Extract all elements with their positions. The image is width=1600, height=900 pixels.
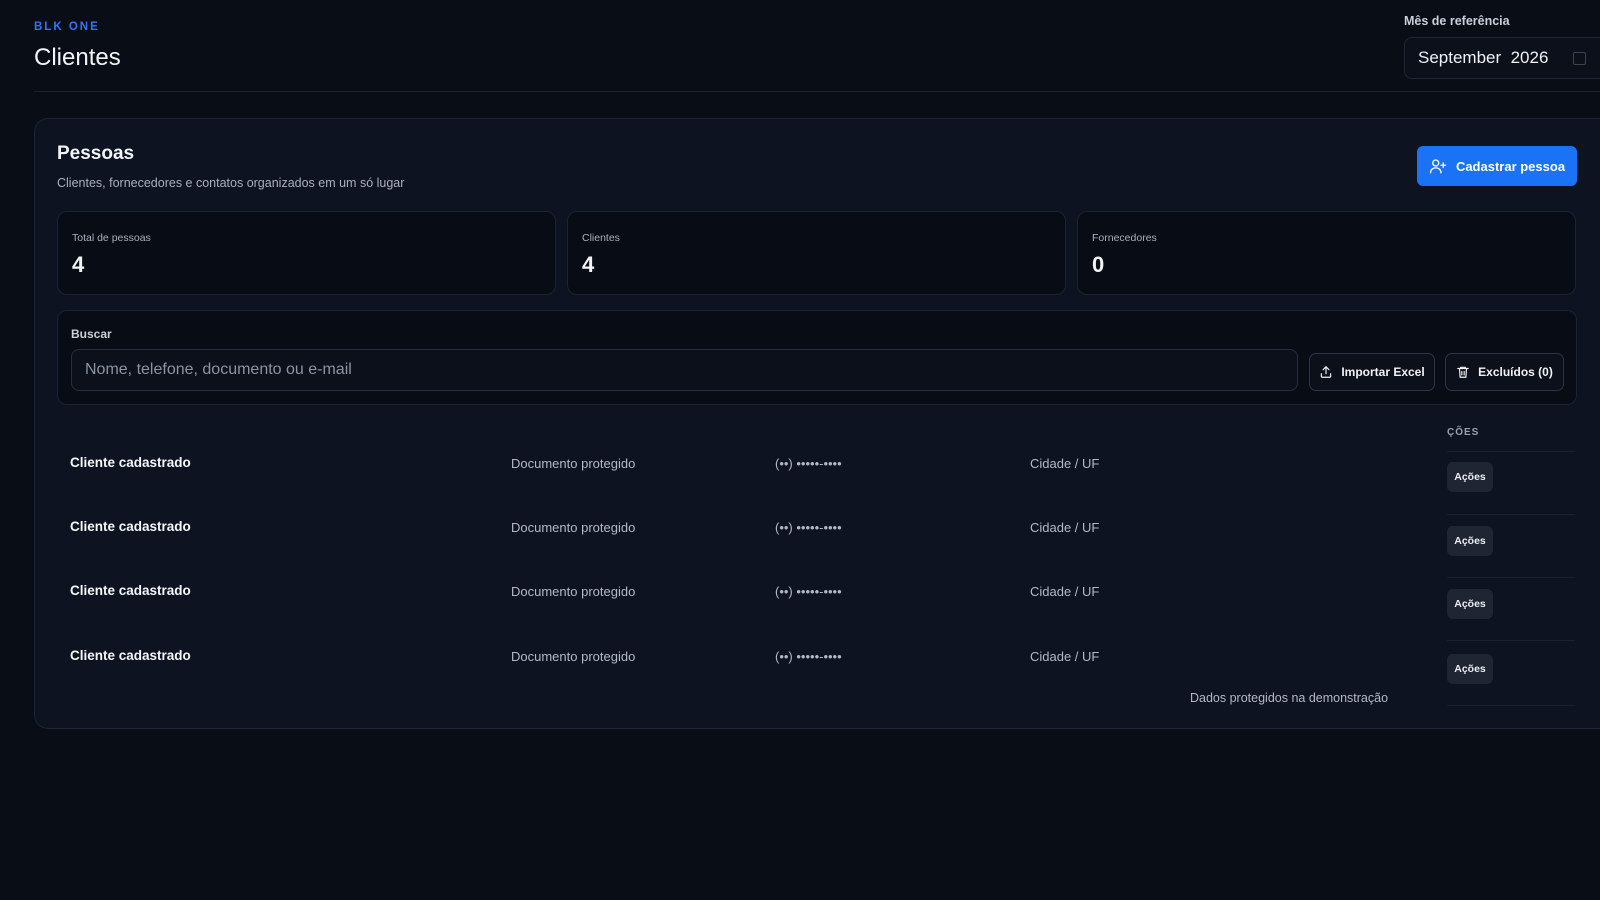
add-person-label: Cadastrar pessoa: [1455, 158, 1566, 174]
row-actions-button[interactable]: Ações: [1447, 654, 1493, 684]
row-actions-button[interactable]: Ações: [1447, 589, 1493, 619]
actions-column-header: ÇÕES: [1447, 427, 1480, 438]
table-row: Cliente cadastrado Documento protegido (…: [35, 443, 1600, 507]
row-actions-button[interactable]: Ações: [1447, 462, 1493, 492]
client-city: Cidade / UF: [1030, 649, 1100, 664]
search-card: Buscar Importar Excel Excluídos (0): [57, 310, 1577, 405]
stat-label: Fornecedores: [1092, 232, 1157, 244]
header-divider: [34, 91, 1600, 92]
panel-title: Pessoas: [57, 143, 135, 164]
trash-icon: [1457, 366, 1469, 378]
month-value: September 2026: [1418, 48, 1549, 67]
table-row: Cliente cadastrado Documento protegido (…: [35, 571, 1600, 635]
row-actions-button[interactable]: Ações: [1447, 526, 1493, 556]
client-document: Documento protegido: [511, 649, 636, 664]
demo-footnote: Dados protegidos na demonstração: [1190, 691, 1389, 705]
stat-value: 4: [582, 252, 595, 277]
import-excel-label: Importar Excel: [1341, 365, 1425, 379]
people-panel: Pessoas Clientes, fornecedores e contato…: [34, 118, 1600, 729]
client-phone: (••) •••••-••••: [775, 649, 842, 664]
stat-label: Total de pessoas: [72, 232, 151, 244]
add-person-button[interactable]: Cadastrar pessoa: [1417, 146, 1577, 186]
page: BLK ONE Clientes Mês de referência Septe…: [0, 0, 1600, 900]
client-name: Cliente cadastrado: [70, 583, 191, 598]
stat-value: 0: [1092, 252, 1105, 277]
deleted-label: Excluídos (0): [1478, 365, 1553, 379]
client-name: Cliente cadastrado: [70, 648, 191, 663]
client-name: Cliente cadastrado: [70, 519, 191, 534]
brand-label: BLK ONE: [34, 21, 100, 33]
client-city: Cidade / UF: [1030, 520, 1100, 535]
stat-card-total: Total de pessoas 4: [57, 211, 556, 295]
client-document: Documento protegido: [511, 520, 636, 535]
user-plus-icon: [1429, 159, 1447, 174]
client-document: Documento protegido: [511, 456, 636, 471]
row-divider: [1447, 705, 1575, 706]
stat-card-suppliers: Fornecedores 0: [1077, 211, 1576, 295]
search-label: Buscar: [71, 327, 112, 341]
stat-card-clients: Clientes 4: [567, 211, 1066, 295]
month-label: Mês de referência: [1404, 14, 1510, 28]
search-input[interactable]: [71, 349, 1298, 391]
deleted-button[interactable]: Excluídos (0): [1445, 353, 1564, 391]
month-picker[interactable]: September 2026: [1404, 37, 1600, 79]
upload-icon: [1321, 366, 1332, 378]
page-title: Clientes: [34, 44, 121, 71]
import-excel-button[interactable]: Importar Excel: [1309, 353, 1435, 391]
client-phone: (••) •••••-••••: [775, 520, 842, 535]
client-city: Cidade / UF: [1030, 456, 1100, 471]
table-row: Cliente cadastrado Documento protegido (…: [35, 507, 1600, 571]
client-document: Documento protegido: [511, 584, 636, 599]
client-phone: (••) •••••-••••: [775, 584, 842, 599]
client-name: Cliente cadastrado: [70, 455, 191, 470]
calendar-icon[interactable]: [1573, 52, 1586, 65]
stat-label: Clientes: [582, 232, 620, 244]
panel-subtitle: Clientes, fornecedores e contatos organi…: [57, 176, 405, 190]
client-city: Cidade / UF: [1030, 584, 1100, 599]
stat-value: 4: [72, 252, 85, 277]
client-phone: (••) •••••-••••: [775, 456, 842, 471]
